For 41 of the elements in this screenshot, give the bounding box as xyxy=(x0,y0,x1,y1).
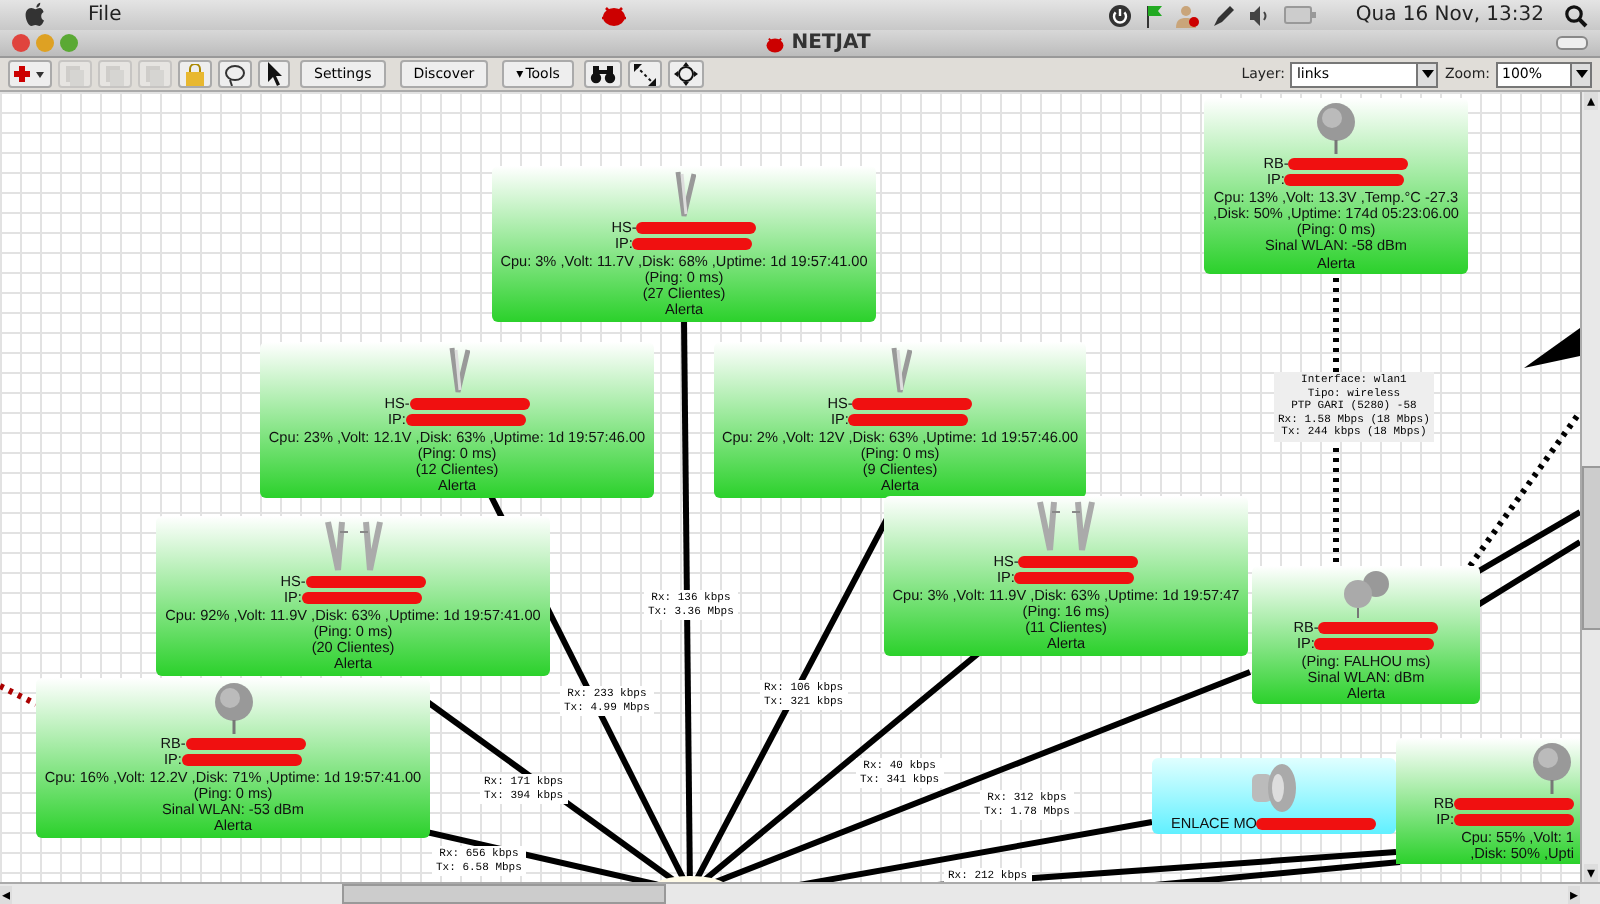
dual-sector-antenna-icon xyxy=(323,520,383,572)
window-title: NETJAT xyxy=(791,32,871,54)
dish-antenna-icon xyxy=(211,682,255,734)
flag-icon[interactable] xyxy=(1143,3,1164,27)
user-icon[interactable] xyxy=(1175,3,1200,27)
dual-sector-antenna-icon xyxy=(1036,500,1096,552)
clock-text[interactable]: Qua 16 Nov, 13:32 xyxy=(1355,4,1545,26)
binoculars-icon[interactable] xyxy=(583,60,622,88)
lasso-tool-button[interactable] xyxy=(218,60,252,88)
scroll-thumb[interactable] xyxy=(342,884,667,904)
arrowhead-shape xyxy=(1524,328,1580,368)
dish-antenna-icon xyxy=(1314,102,1358,154)
dish-antenna-icon xyxy=(1248,762,1300,814)
dual-dish-antenna-icon xyxy=(1340,570,1392,618)
app-logo-icon xyxy=(600,2,629,28)
scroll-right-button[interactable]: ▸ xyxy=(1567,885,1580,903)
sector-antenna-icon xyxy=(672,170,696,218)
search-icon[interactable] xyxy=(1564,3,1589,27)
toolbar-toggle-button[interactable] xyxy=(1556,36,1588,50)
sector-antenna-icon xyxy=(888,346,912,394)
dish-antenna-icon xyxy=(1530,742,1574,794)
horizontal-scrollbar[interactable]: ◂ ▸ xyxy=(0,882,1600,904)
sector-antenna-icon xyxy=(445,346,469,394)
power-icon[interactable] xyxy=(1107,3,1132,27)
apple-icon[interactable] xyxy=(24,2,48,28)
dotted-connection-line xyxy=(0,683,38,707)
vertical-scrollbar[interactable]: ▴ ▾ xyxy=(1580,92,1600,882)
file-menu[interactable]: File xyxy=(88,4,122,26)
scroll-thumb[interactable] xyxy=(1581,465,1600,629)
crosshair-icon[interactable] xyxy=(667,60,704,88)
app-logo-icon xyxy=(763,33,786,53)
scroll-down-button[interactable]: ▾ xyxy=(1584,864,1597,882)
volume-icon[interactable] xyxy=(1247,5,1272,25)
close-button[interactable] xyxy=(12,34,30,52)
pointer-tool-button[interactable] xyxy=(258,60,290,88)
scroll-up-button[interactable]: ▴ xyxy=(1584,92,1597,110)
scroll-left-button[interactable]: ◂ xyxy=(0,885,13,903)
add-tool-button[interactable] xyxy=(8,60,52,88)
caret-icon xyxy=(1575,70,1587,78)
diagonal-arrows-icon[interactable] xyxy=(627,60,662,88)
caret-icon xyxy=(1421,70,1434,78)
